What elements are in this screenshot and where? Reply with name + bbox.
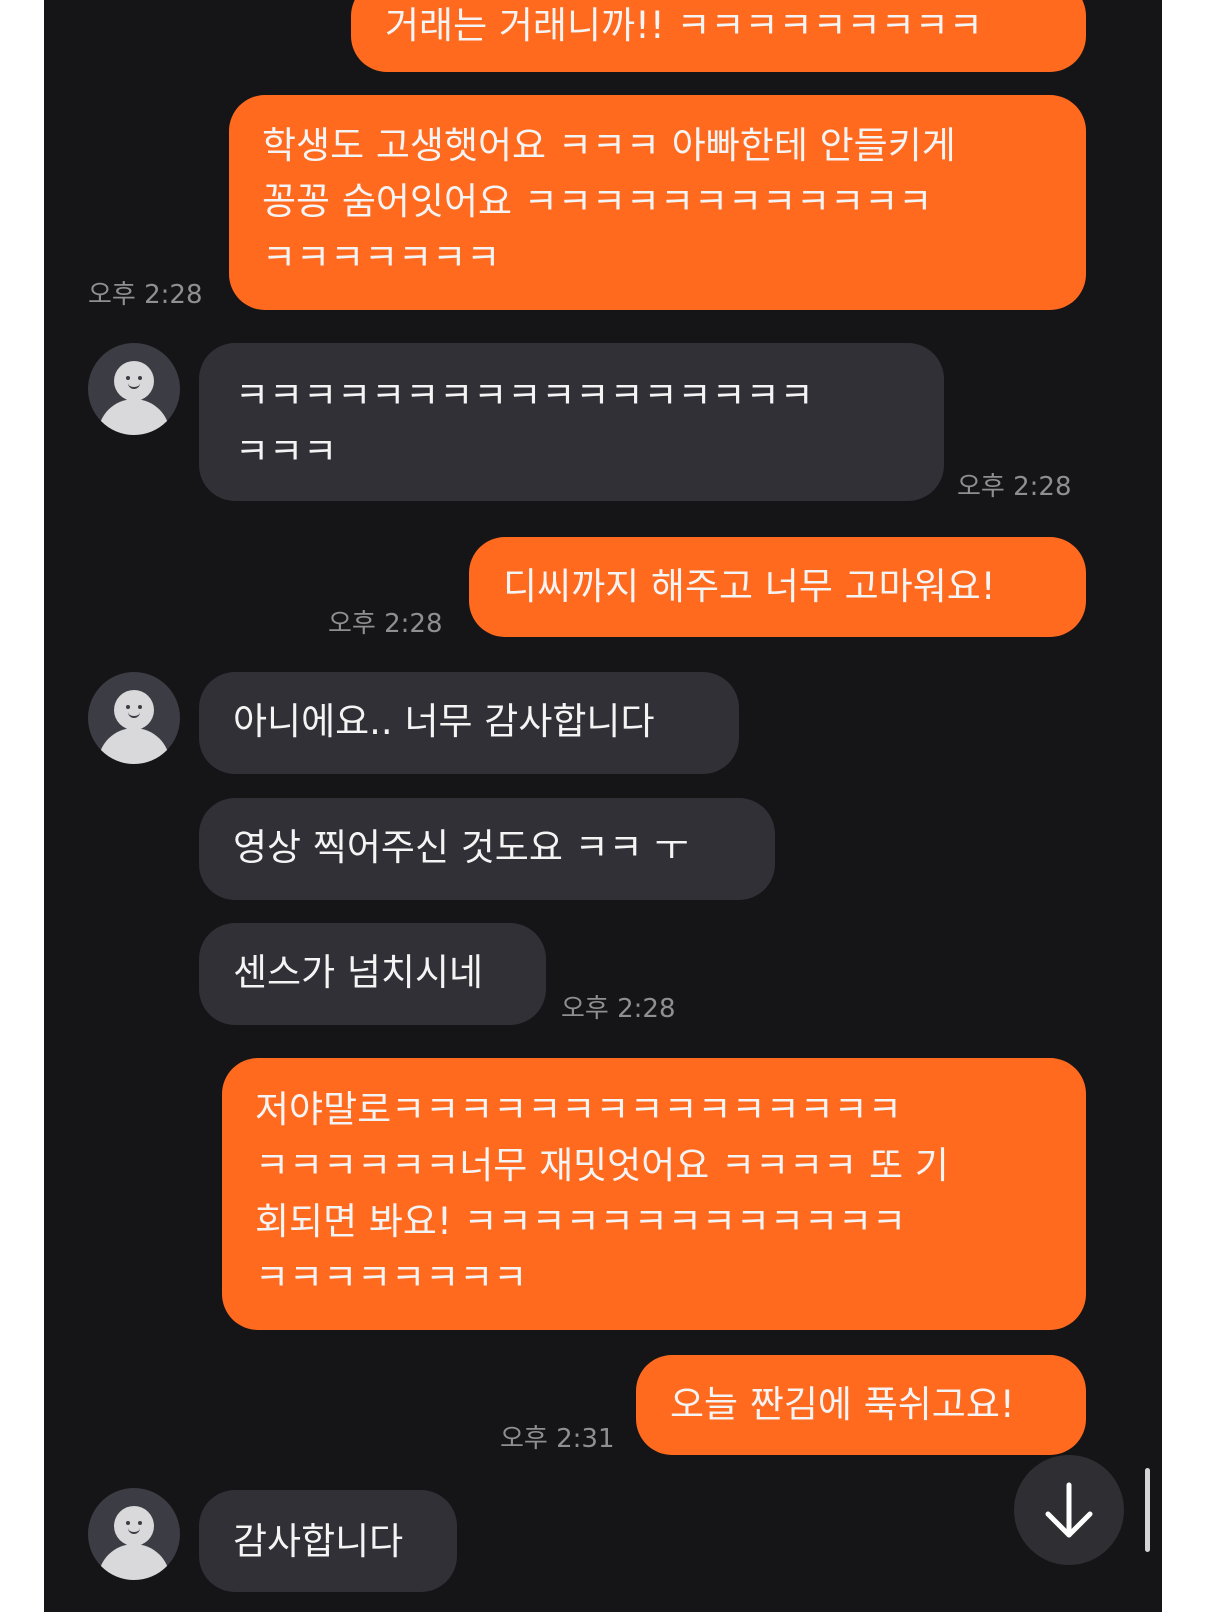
avatar-eye [138,705,142,709]
avatar-eye [126,376,130,380]
avatar-eye [126,1521,130,1525]
avatar-body [98,399,170,435]
avatar-eye [126,705,130,709]
message-timestamp: 오후 2:28 [957,472,1072,502]
message-timestamp: 오후 2:31 [500,1424,615,1454]
my-message-bubble[interactable]: 오늘 짠김에 푹쉬고요! [636,1355,1086,1455]
my-message-bubble[interactable]: 디씨까지 해주고 너무 고마워요! [469,537,1086,637]
sender-avatar[interactable] [88,1488,180,1580]
arrow-down-icon [1045,1482,1093,1538]
their-message-bubble[interactable]: 센스가 넘치시네 [199,923,546,1025]
chat-screen: 거래는 거래니까!! ㅋㅋㅋㅋㅋㅋㅋㅋㅋ 학생도 고생햇어요 ㅋㅋㅋ 아빠한테 … [44,0,1162,1612]
message-timestamp: 오후 2:28 [561,994,676,1024]
message-timestamp: 오후 2:28 [88,280,203,310]
avatar-eye [138,376,142,380]
their-message-bubble[interactable]: ㅋㅋㅋㅋㅋㅋㅋㅋㅋㅋㅋㅋㅋㅋㅋㅋㅋ ㅋㅋㅋ [199,343,944,501]
avatar-body [98,1544,170,1580]
my-message-bubble[interactable]: 학생도 고생햇어요 ㅋㅋㅋ 아빠한테 안들키게 꽁꽁 숨어잇어요 ㅋㅋㅋㅋㅋㅋㅋ… [229,95,1086,310]
my-message-bubble[interactable]: 저야말로ㅋㅋㅋㅋㅋㅋㅋㅋㅋㅋㅋㅋㅋㅋㅋ ㅋㅋㅋㅋㅋㅋ너무 재밋엇어요 ㅋㅋㅋㅋ … [222,1058,1086,1330]
sender-avatar[interactable] [88,343,180,435]
scroll-to-bottom-button[interactable] [1014,1455,1124,1565]
avatar-body [98,728,170,764]
their-message-bubble[interactable]: 아니에요.. 너무 감사합니다 [199,672,739,774]
my-message-bubble[interactable]: 거래는 거래니까!! ㅋㅋㅋㅋㅋㅋㅋㅋㅋ [351,0,1086,72]
their-message-bubble[interactable]: 영상 찍어주신 것도요 ㅋㅋ ㅜ [199,798,775,900]
message-timestamp: 오후 2:28 [328,609,443,639]
scrollbar-thumb[interactable] [1145,1468,1150,1552]
avatar-eye [138,1521,142,1525]
their-message-bubble[interactable]: 감사합니다 [199,1490,457,1592]
sender-avatar[interactable] [88,672,180,764]
